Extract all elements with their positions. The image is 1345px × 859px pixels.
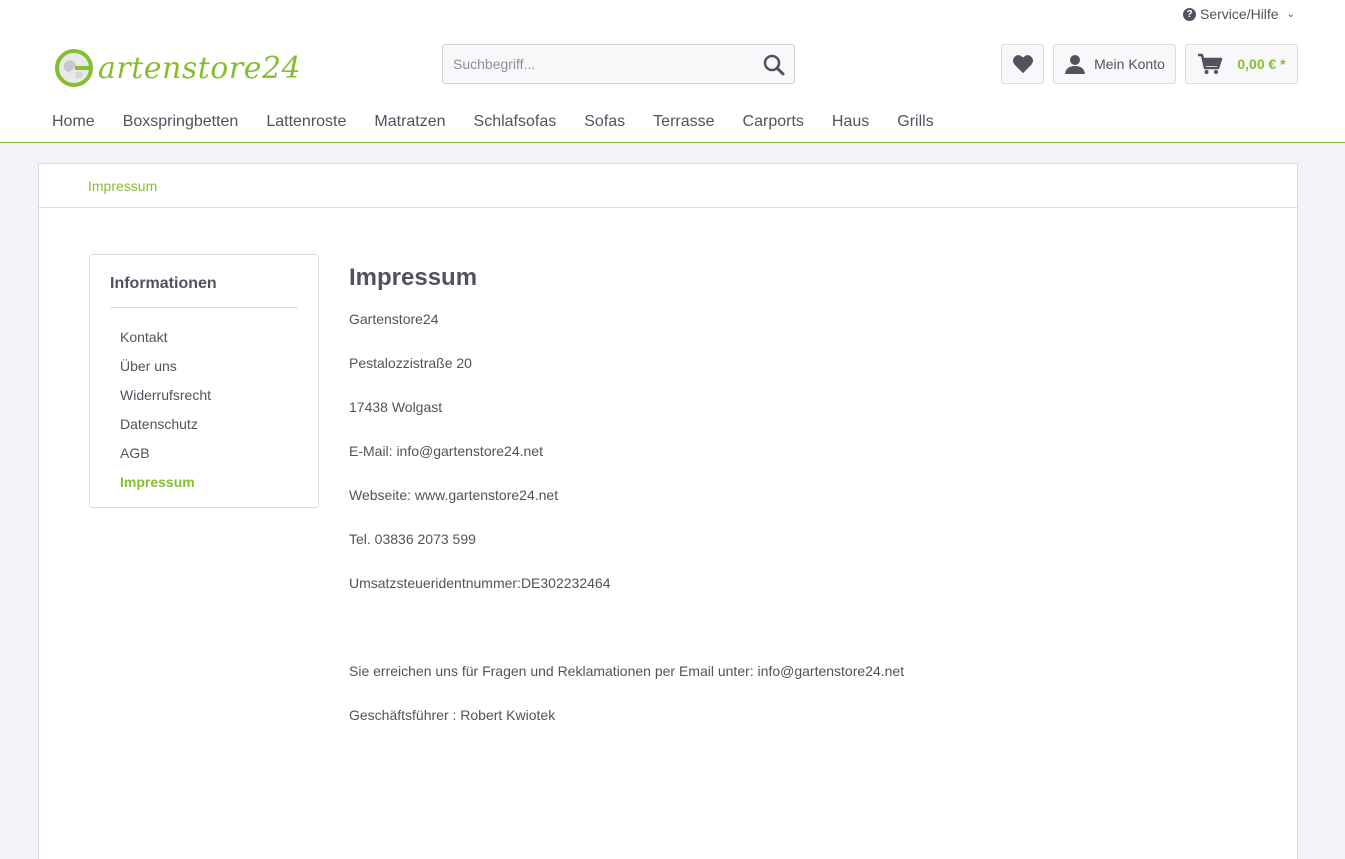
sidebar-link-widerrufsrecht[interactable]: Widerrufsrecht	[120, 387, 211, 403]
company-name: Gartenstore24	[349, 311, 439, 327]
sidebar-item-kontakt: Kontakt	[90, 322, 318, 351]
cart-price: 0,00 € *	[1237, 56, 1286, 72]
cart-button[interactable]: 0,00 € *	[1185, 44, 1298, 84]
contact-note: Sie erreichen uns für Fragen und Reklama…	[349, 663, 905, 679]
nav-item-home[interactable]: Home	[38, 110, 109, 134]
contact-phone: Tel. 03836 2073 599	[349, 531, 476, 547]
logo[interactable]: artenstore24	[52, 46, 301, 90]
nav-item-matratzen[interactable]: Matratzen	[360, 110, 459, 134]
sidebar-link-agb[interactable]: AGB	[120, 445, 150, 461]
search-box	[442, 44, 795, 84]
sidebar-item-ueber-uns: Über uns	[90, 351, 318, 380]
wishlist-button[interactable]	[1001, 44, 1044, 84]
nav-item-haus[interactable]: Haus	[818, 110, 883, 134]
nav-item-boxspringbetten[interactable]: Boxspringbetten	[109, 110, 253, 134]
nav-item-carports[interactable]: Carports	[729, 110, 818, 134]
account-button[interactable]: Mein Konto	[1053, 44, 1176, 84]
logo-globe-icon	[55, 49, 93, 87]
address-city: 17438 Wolgast	[349, 399, 443, 415]
sidebar-list: Kontakt Über uns Widerrufsrecht Datensch…	[90, 322, 318, 496]
contact-email: E-Mail: info@gartenstore24.net	[349, 443, 543, 459]
page-title: Impressum	[349, 264, 478, 291]
sidebar-link-impressum[interactable]: Impressum	[120, 474, 195, 490]
vat-id: Umsatzsteueridentnummer:DE302232464	[349, 575, 611, 591]
nav-item-lattenroste[interactable]: Lattenroste	[252, 110, 360, 134]
heart-icon	[1012, 55, 1033, 74]
sidebar-item-impressum: Impressum	[90, 467, 318, 496]
sidebar-item-agb: AGB	[90, 438, 318, 467]
content-area: Impressum Informationen Kontakt Über uns…	[38, 163, 1298, 859]
nav-item-grills[interactable]: Grills	[883, 110, 947, 134]
sidebar-item-datenschutz: Datenschutz	[90, 409, 318, 438]
user-icon	[1065, 55, 1086, 74]
sidebar-title: Informationen	[110, 275, 298, 308]
chevron-down-icon: ⌄	[1286, 8, 1295, 20]
site-header: ? Service/Hilfe ⌄ artenstore24 Mein Kont…	[0, 0, 1345, 143]
sidebar-link-ueber-uns[interactable]: Über uns	[120, 358, 177, 374]
logo-text: artenstore24	[98, 50, 302, 86]
managing-director: Geschäftsführer : Robert Kwiotek	[349, 707, 556, 723]
search-input[interactable]	[443, 56, 743, 72]
address-street: Pestalozzistraße 20	[349, 355, 472, 371]
main-navigation: Home Boxspringbetten Lattenroste Matratz…	[38, 110, 948, 134]
sidebar-item-widerrufsrecht: Widerrufsrecht	[90, 380, 318, 409]
main-content: Impressum Gartenstore24 Pestalozzistraße…	[349, 264, 1249, 749]
question-icon: ?	[1183, 7, 1197, 21]
contact-website: Webseite: www.gartenstore24.net	[349, 487, 559, 503]
search-icon[interactable]	[762, 53, 786, 77]
service-help-menu[interactable]: ? Service/Hilfe ⌄	[1183, 6, 1295, 22]
nav-item-terrasse[interactable]: Terrasse	[639, 110, 728, 134]
service-help-label: Service/Hilfe	[1200, 6, 1279, 22]
account-label: Mein Konto	[1094, 56, 1165, 72]
breadcrumb: Impressum	[39, 164, 1297, 208]
nav-item-sofas[interactable]: Sofas	[570, 110, 639, 134]
sidebar-information: Informationen Kontakt Über uns Widerrufs…	[89, 254, 319, 508]
nav-item-schlafsofas[interactable]: Schlafsofas	[460, 110, 571, 134]
sidebar-link-kontakt[interactable]: Kontakt	[120, 329, 167, 345]
cart-icon	[1198, 53, 1223, 74]
breadcrumb-current[interactable]: Impressum	[88, 178, 157, 194]
sidebar-link-datenschutz[interactable]: Datenschutz	[120, 416, 198, 432]
